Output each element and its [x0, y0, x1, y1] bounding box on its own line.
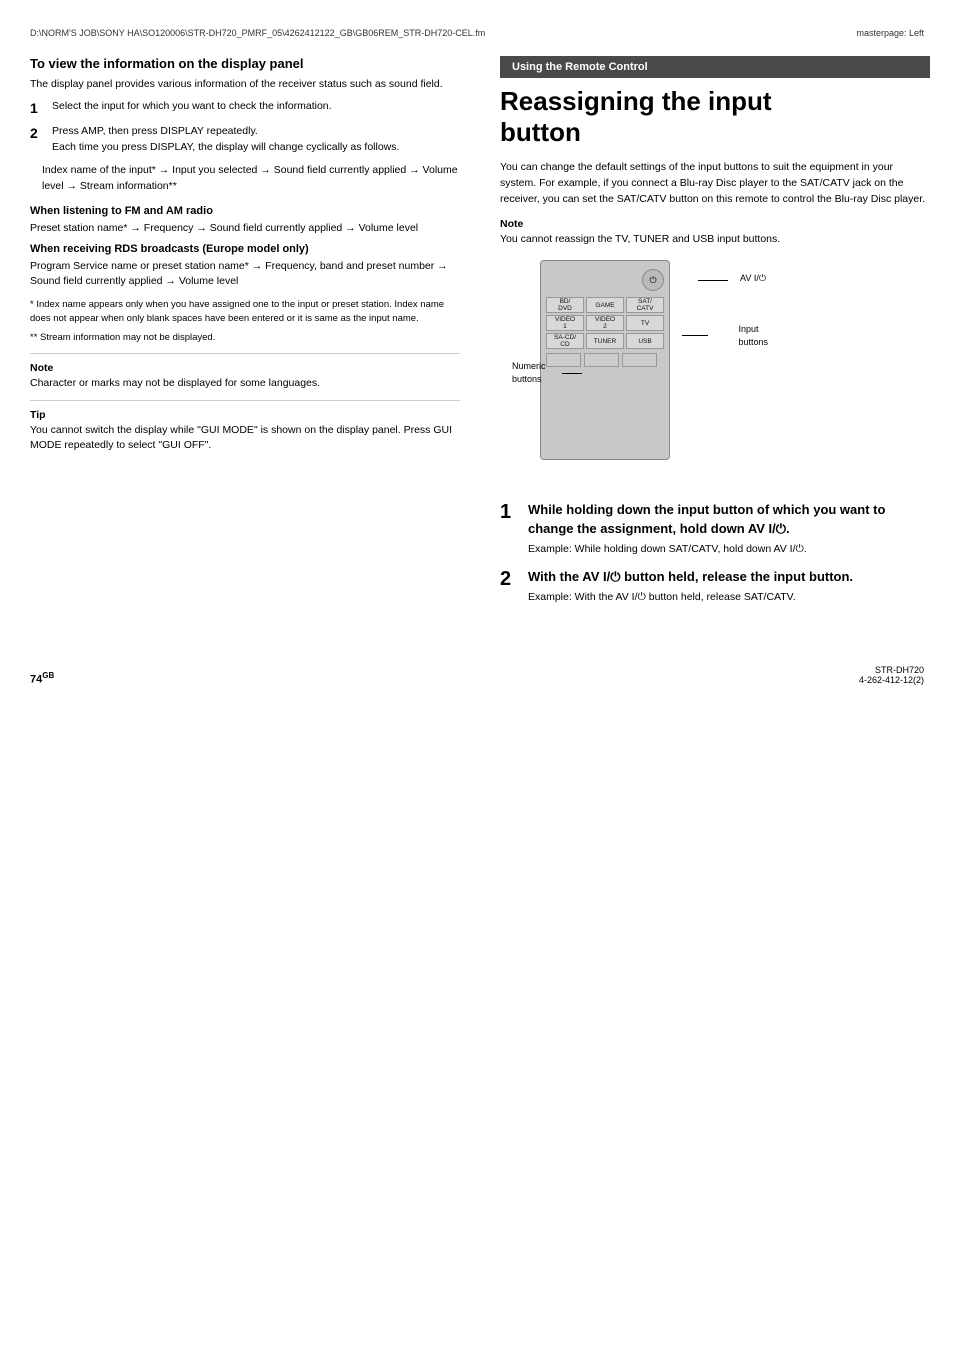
- right-intro: You can change the default settings of t…: [500, 160, 930, 207]
- av-power-row: ⏻: [546, 269, 664, 291]
- step-2-row: 2 Press AMP, then press DISPLAY repeated…: [30, 124, 460, 156]
- right-step-1-main: While holding down the input button of w…: [528, 501, 930, 537]
- banner-text: Using the Remote Control: [512, 61, 648, 73]
- rds-text: Program Service name or preset station n…: [30, 259, 460, 291]
- btn-row-2: VIDEO1 VIDEO2 TV: [546, 315, 664, 331]
- note-text: Character or marks may not be displayed …: [30, 376, 460, 392]
- left-column: To view the information on the display p…: [20, 56, 480, 615]
- remote-body: ⏻ BD/DVD GAME SAT/CATV VIDEO1 VIDEO2 TV: [540, 260, 670, 460]
- remote-diagram: ⏻ BD/DVD GAME SAT/CATV VIDEO1 VIDEO2 TV: [510, 255, 770, 485]
- rds-heading: When receiving RDS broadcasts (Europe mo…: [30, 243, 460, 255]
- flow-text: Index name of the input* → Input you sel…: [42, 163, 460, 195]
- video1-btn: VIDEO1: [546, 315, 584, 331]
- reassigning-heading: Reassigning the input button: [500, 86, 930, 148]
- divider-note: [30, 353, 460, 354]
- header-right: masterpage: Left: [856, 28, 924, 38]
- right-step-2-text: With the AV I/⏻ button held, release the…: [528, 568, 930, 606]
- footnote2: ** Stream information may not be display…: [30, 331, 460, 345]
- right-note-text: You cannot reassign the TV, TUNER and US…: [500, 232, 930, 248]
- page-header: D:\NORM'S JOB\SONY HA\SO120006\STR-DH720…: [0, 20, 954, 46]
- page: D:\NORM'S JOB\SONY HA\SO120006\STR-DH720…: [0, 0, 954, 1350]
- tuner-btn: TUNER: [586, 333, 624, 349]
- left-section-heading: To view the information on the display p…: [30, 56, 460, 71]
- bd-dvd-btn: BD/DVD: [546, 297, 584, 313]
- tip-text: You cannot switch the display while "GUI…: [30, 423, 460, 455]
- right-step-1-number: 1: [500, 501, 520, 524]
- product-code: 4-262-412-12(2): [859, 675, 924, 685]
- step-2-number: 2: [30, 124, 46, 156]
- page-footer: 74GB STR-DH720 4-262-412-12(2): [0, 645, 954, 695]
- page-superscript: GB: [42, 671, 54, 680]
- right-step-2-main: With the AV I/⏻ button held, release the…: [528, 568, 930, 586]
- step-1-number: 1: [30, 99, 46, 116]
- right-step-2-number: 2: [500, 568, 520, 591]
- bottom-btn-2: [584, 353, 619, 367]
- step-1-text: Select the input for which you want to c…: [52, 99, 460, 116]
- right-step-1-text: While holding down the input button of w…: [528, 501, 930, 557]
- right-note-heading: Note: [500, 218, 930, 230]
- right-column: Using the Remote Control Reassigning the…: [480, 56, 930, 615]
- right-step-2-row: 2 With the AV I/⏻ button held, release t…: [500, 568, 930, 606]
- footnote1: * Index name appears only when you have …: [30, 298, 460, 327]
- right-step-1-example: Example: While holding down SAT/CATV, ho…: [528, 542, 930, 558]
- tv-btn: TV: [626, 315, 664, 331]
- step-2-text: Press AMP, then press DISPLAY repeatedly…: [52, 124, 460, 156]
- fm-am-text: Preset station name* → Frequency → Sound…: [30, 221, 460, 237]
- sacd-cd-btn: SA-CD/CD: [546, 333, 584, 349]
- model-number: STR-DH720: [859, 665, 924, 675]
- btn-row-3: SA-CD/CD TUNER USB: [546, 333, 664, 349]
- right-step-2-example: Example: With the AV I/⏻ button held, re…: [528, 590, 930, 606]
- numeric-buttons-label: Numericbuttons: [512, 360, 546, 385]
- btn-row-1: BD/DVD GAME SAT/CATV: [546, 297, 664, 313]
- input-line: [682, 335, 708, 336]
- tip-heading: Tip: [30, 409, 460, 421]
- page-number: 74GB: [30, 671, 54, 686]
- sat-catv-btn: SAT/CATV: [626, 297, 664, 313]
- step-1-row: 1 Select the input for which you want to…: [30, 99, 460, 116]
- input-buttons-label: Inputbuttons: [738, 323, 768, 348]
- divider-tip: [30, 400, 460, 401]
- using-remote-banner: Using the Remote Control: [500, 56, 930, 78]
- right-step-1-row: 1 While holding down the input button of…: [500, 501, 930, 557]
- header-left: D:\NORM'S JOB\SONY HA\SO120006\STR-DH720…: [30, 28, 485, 38]
- bottom-btn-3: [622, 353, 657, 367]
- fm-am-heading: When listening to FM and AM radio: [30, 205, 460, 217]
- game-btn: GAME: [586, 297, 624, 313]
- av-line: [698, 280, 728, 281]
- usb-btn: USB: [626, 333, 664, 349]
- content-area: To view the information on the display p…: [0, 56, 954, 615]
- footer-right: STR-DH720 4-262-412-12(2): [859, 665, 924, 685]
- av-label: AV I/⏻: [740, 273, 766, 284]
- bottom-btn-1: [546, 353, 581, 367]
- numeric-line: [562, 373, 582, 374]
- av-power-button: ⏻: [642, 269, 664, 291]
- left-intro-text: The display panel provides various infor…: [30, 77, 460, 93]
- video2-btn: VIDEO2: [586, 315, 624, 331]
- note-heading: Note: [30, 362, 460, 374]
- bottom-btns: [546, 353, 664, 367]
